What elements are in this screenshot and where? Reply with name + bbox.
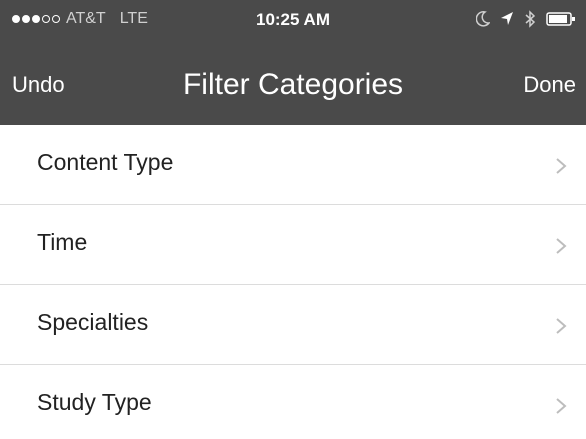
category-list: Content Type Time Specialties Study Type — [0, 125, 586, 439]
filter-categories-screen: AT&T LTE 10:25 AM Undo Filter Categories… — [0, 0, 586, 439]
done-button[interactable]: Done — [523, 72, 576, 98]
bluetooth-icon — [525, 10, 536, 28]
chevron-right-icon — [556, 318, 567, 334]
category-label: Time — [37, 229, 88, 255]
location-arrow-icon — [501, 12, 513, 25]
category-row-study-type[interactable]: Study Type — [0, 365, 586, 439]
header: AT&T LTE 10:25 AM Undo Filter Categories… — [0, 0, 586, 125]
chevron-right-icon — [556, 238, 567, 254]
battery-icon — [546, 12, 575, 26]
status-right — [476, 10, 576, 28]
status-bar: AT&T LTE 10:25 AM — [0, 0, 586, 40]
category-label: Specialties — [37, 309, 149, 335]
category-label: Content Type — [37, 149, 174, 175]
category-row-content-type[interactable]: Content Type — [0, 125, 586, 205]
category-row-specialties[interactable]: Specialties — [0, 285, 586, 365]
page-title: Filter Categories — [182, 68, 404, 101]
chevron-right-icon — [556, 158, 567, 174]
moon-icon — [476, 11, 490, 27]
category-row-time[interactable]: Time — [0, 205, 586, 285]
undo-button[interactable]: Undo — [12, 72, 65, 98]
chevron-right-icon — [556, 398, 567, 414]
navigation-bar: Undo Filter Categories Done — [0, 58, 586, 118]
category-label: Study Type — [37, 389, 152, 415]
